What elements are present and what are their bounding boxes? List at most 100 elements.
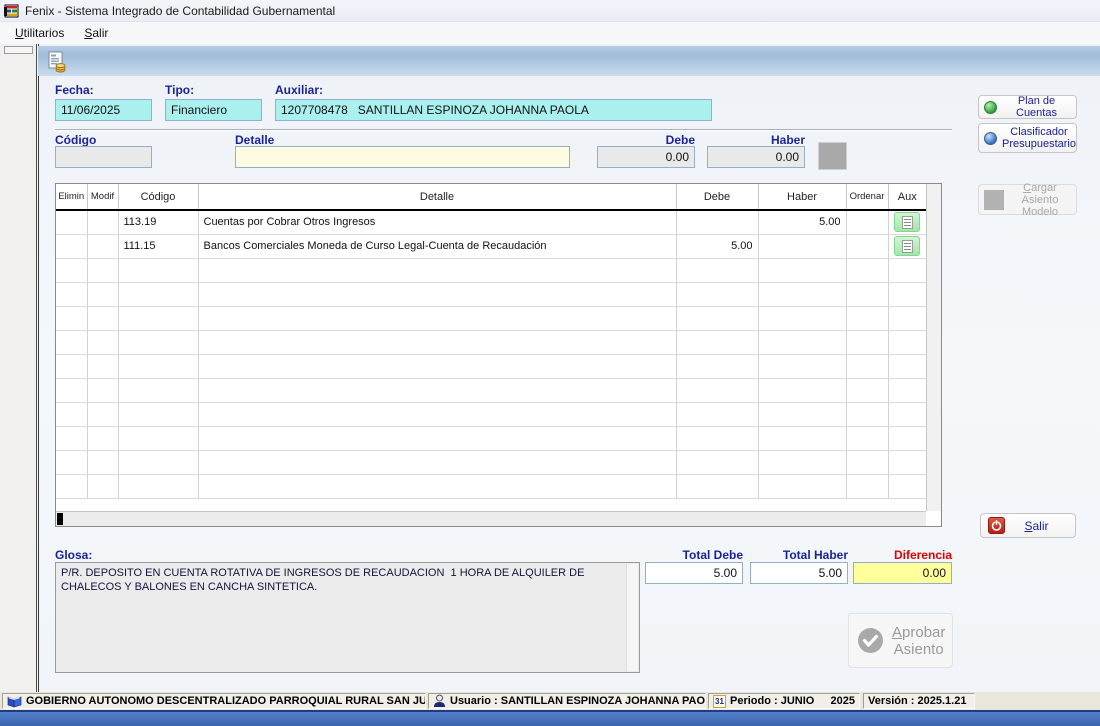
haber-cell <box>758 306 846 330</box>
clasificador-presupuestario-button[interactable]: Clasificador Presupuestario <box>978 123 1077 153</box>
detalle-cell <box>198 450 676 474</box>
entries-header-row: Elimin Modif Código Detalle Debe Haber O… <box>56 184 926 210</box>
codigo-cell <box>118 258 198 282</box>
aux-notepad-button[interactable] <box>894 236 920 256</box>
status-user-text: Usuario : SANTILLAN ESPINOZA JOHANNA PAO… <box>450 695 706 707</box>
entry-action-button[interactable] <box>818 142 847 170</box>
detalle-input[interactable] <box>235 146 570 168</box>
detalle-cell <box>198 474 676 498</box>
window-title: Fenix - Sistema Integrado de Contabilida… <box>25 4 335 18</box>
col-modif: Modif <box>87 184 118 210</box>
col-codigo: Código <box>118 184 198 210</box>
debe-cell <box>676 282 758 306</box>
elimin-cell <box>56 426 87 450</box>
debe-cell <box>676 306 758 330</box>
haber-cell <box>758 402 846 426</box>
col-haber: Haber <box>758 184 846 210</box>
diferencia-value: 0.00 <box>853 562 952 584</box>
aux-notepad-button[interactable] <box>894 212 920 232</box>
elimin-cell <box>56 402 87 426</box>
debe-cell <box>676 258 758 282</box>
debe-label: Debe <box>597 133 695 147</box>
detalle-cell <box>198 378 676 402</box>
entry-row[interactable]: 113.19Cuentas por Cobrar Otros Ingresos5… <box>56 210 926 234</box>
empty-row <box>56 306 926 330</box>
codigo-cell <box>118 306 198 330</box>
check-circle-icon <box>857 627 884 654</box>
haber-cell <box>758 354 846 378</box>
fecha-input[interactable]: 11/06/2025 <box>55 99 152 121</box>
ordenar-cell <box>846 306 888 330</box>
cargar-asiento-modelo-button[interactable]: Cargar Asiento Modelo <box>978 184 1077 215</box>
codigo-input[interactable] <box>55 146 152 168</box>
detalle-cell <box>198 282 676 306</box>
detalle-label: Detalle <box>235 133 274 147</box>
salir-button[interactable]: Salir <box>980 513 1076 538</box>
codigo-cell: 113.19 <box>118 210 198 234</box>
aux-cell <box>888 258 926 282</box>
haber-input[interactable]: 0.00 <box>707 146 805 168</box>
modif-cell <box>87 330 118 354</box>
application-window: Fenix - Sistema Integrado de Contabilida… <box>0 0 1100 726</box>
auxiliar-input[interactable]: 1207708478 SANTILLAN ESPINOZA JOHANNA PA… <box>275 99 712 121</box>
menu-bar: Utilitarios Salir <box>0 22 1100 44</box>
empty-row <box>56 354 926 378</box>
debe-cell <box>676 354 758 378</box>
menu-salir[interactable]: Salir <box>75 24 117 42</box>
glosa-textarea[interactable]: P/R. DEPOSITO EN CUENTA ROTATIVA DE INGR… <box>55 562 640 673</box>
modif-cell <box>87 282 118 306</box>
ordenar-cell <box>846 474 888 498</box>
tipo-input[interactable]: Financiero <box>165 99 262 121</box>
status-period-text: Periodo : JUNIO <box>730 695 814 707</box>
left-dock-strip <box>0 44 37 692</box>
status-period-panel: 31 Periodo : JUNIO 2025 <box>708 693 860 709</box>
debe-cell <box>676 330 758 354</box>
ordenar-cell <box>846 282 888 306</box>
ordenar-cell <box>846 210 888 234</box>
ordenar-cell <box>846 258 888 282</box>
power-icon <box>988 517 1005 534</box>
plan-de-cuentas-button[interactable]: Plan de Cuentas <box>978 95 1077 119</box>
aux-cell <box>888 234 926 258</box>
entries-grid: Elimin Modif Código Detalle Debe Haber O… <box>55 183 942 527</box>
total-haber-label: Total Haber <box>750 548 848 562</box>
grid-vertical-scrollbar[interactable] <box>926 184 941 511</box>
ordenar-cell <box>846 330 888 354</box>
taskbar-strip[interactable] <box>0 710 1100 726</box>
elimin-cell <box>56 330 87 354</box>
calendar-icon: 31 <box>713 695 726 708</box>
modif-cell <box>87 210 118 234</box>
menu-utilitarios[interactable]: Utilitarios <box>6 24 73 42</box>
empty-row <box>56 474 926 498</box>
haber-label: Haber <box>707 133 805 147</box>
debe-cell <box>676 402 758 426</box>
detalle-cell <box>198 402 676 426</box>
modif-cell <box>87 258 118 282</box>
detalle-cell <box>198 354 676 378</box>
entry-row[interactable]: 111.15Bancos Comerciales Moneda de Curso… <box>56 234 926 258</box>
elimin-cell <box>56 210 87 234</box>
haber-cell <box>758 282 846 306</box>
diferencia-label: Diferencia <box>853 548 952 562</box>
hscroll-thumb[interactable] <box>57 513 63 525</box>
debe-input[interactable]: 0.00 <box>597 146 695 168</box>
elimin-cell <box>56 474 87 498</box>
detalle-cell <box>198 306 676 330</box>
status-version-text: Versión : 2025.1.21 <box>868 695 966 707</box>
haber-cell <box>758 330 846 354</box>
aux-cell <box>888 282 926 306</box>
aprobar-asiento-button[interactable]: AprobarAsiento <box>848 613 953 668</box>
empty-row <box>56 378 926 402</box>
total-debe-label: Total Debe <box>645 548 743 562</box>
grid-horizontal-scrollbar[interactable] <box>56 511 926 526</box>
glosa-scrollbar[interactable] <box>626 564 638 671</box>
col-elimin: Elimin <box>56 184 87 210</box>
detalle-cell <box>198 258 676 282</box>
section-separator <box>55 129 952 131</box>
haber-cell <box>758 378 846 402</box>
debe-cell <box>676 450 758 474</box>
aux-cell <box>888 474 926 498</box>
empty-row <box>56 402 926 426</box>
codigo-cell <box>118 474 198 498</box>
modif-cell <box>87 378 118 402</box>
